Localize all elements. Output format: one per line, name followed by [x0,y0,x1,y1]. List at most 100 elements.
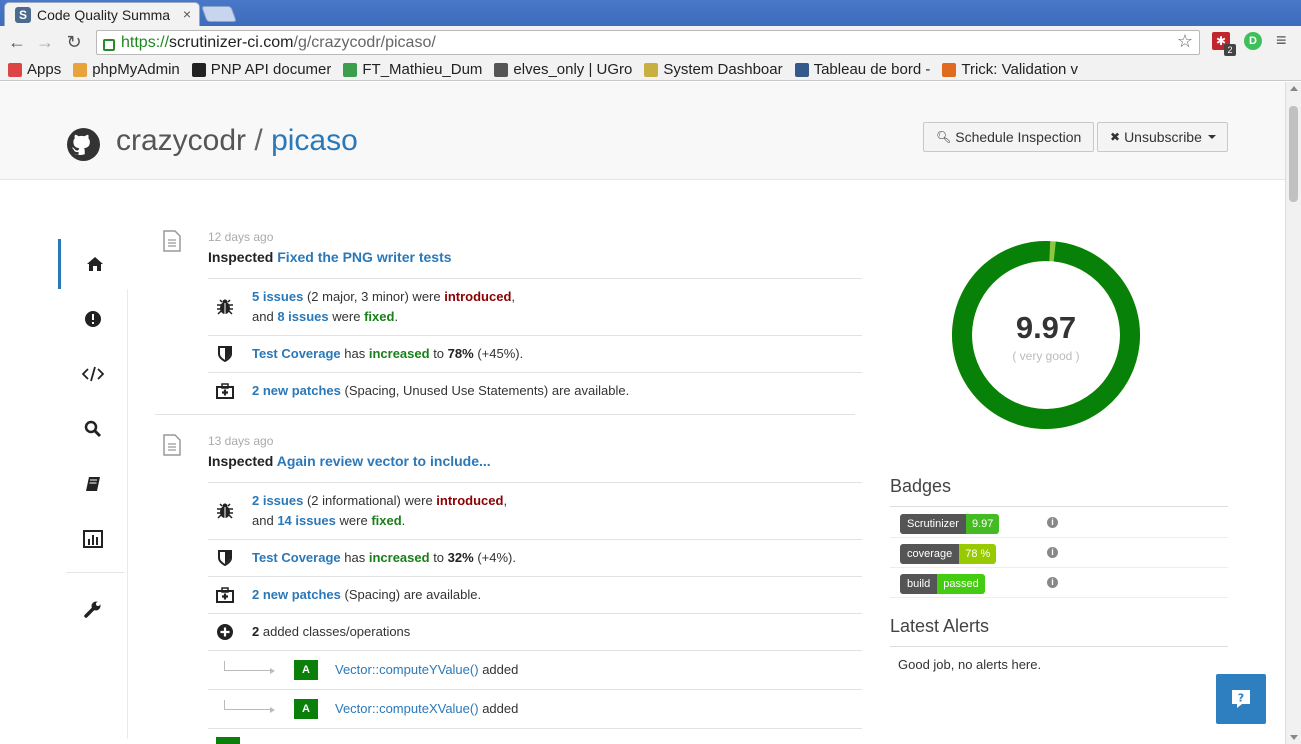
patches-detail: (Spacing) are available. [344,587,482,602]
scroll-up-icon[interactable] [1290,86,1298,91]
repo-name[interactable]: picaso [271,124,358,157]
bookmark-item[interactable]: Trick: Validation v [942,61,1078,78]
badges-title: Badges [890,476,952,496]
sidebar-divider [66,572,124,573]
grade-badge: A [294,699,318,719]
badge-row: Scrutinizer 9.97 i [890,508,1228,538]
bookmark-item[interactable]: FT_Mathieu_Dum [343,61,482,78]
browser-menu-icon[interactable]: ≡ [1276,30,1287,51]
quality-score-value: 9.97 [1015,310,1077,345]
tree-arrow-icon [224,700,275,713]
scrollbar-thumb[interactable] [1289,106,1298,202]
sidebar-item-issues[interactable] [58,294,128,344]
extension-d-icon[interactable]: D [1244,32,1262,50]
sidebar-item-code[interactable] [58,349,128,399]
repo-separator: / [254,124,263,157]
badges-divider [890,506,1228,507]
coverage-value: 78% [447,346,474,361]
forward-icon[interactable]: → [34,32,56,53]
sidebar-item-home[interactable] [58,239,128,289]
test-coverage-link[interactable]: Test Coverage [252,346,341,361]
bookmark-favicon-icon [191,62,206,77]
bookmark-item[interactable]: phpMyAdmin [73,61,180,78]
tree-arrow-icon [224,661,275,674]
bookmarks-bar: Apps phpMyAdmin PNP API documer FT_Mathieu_… [0,59,1301,81]
medkit-icon [208,383,242,399]
reload-icon[interactable]: ↻ [63,32,85,53]
classes-count: 2 [252,624,260,639]
scroll-down-icon[interactable] [1290,735,1298,740]
page-content: crazycodr / picaso 🔍︎ Schedule Inspectio… [0,82,1285,744]
info-icon[interactable]: i [1047,547,1058,558]
repo-header: crazycodr / picaso 🔍︎ Schedule Inspectio… [0,82,1285,180]
coverage-to: to [433,346,445,361]
new-issues-link[interactable]: 5 issues [252,289,303,304]
bookmark-star-icon[interactable]: ☆ [1177,31,1193,52]
and-label: and [252,513,274,528]
info-icon[interactable]: i [1047,517,1058,528]
status-badge[interactable]: coverage 78 % [900,544,997,564]
new-issues-link[interactable]: 2 issues [252,493,303,508]
test-coverage-link[interactable]: Test Coverage [252,550,341,565]
unsubscribe-label: Unsubscribe [1124,129,1202,145]
classes-text: added classes/operations [262,624,411,639]
new-issues-detail: (2 informational) were [306,493,433,508]
entry-time: 12 days ago [208,230,274,244]
sidebar [58,239,128,739]
alerts-divider [890,646,1228,647]
status-badge[interactable]: Scrutinizer 9.97 [900,514,1000,534]
bookmark-item[interactable]: elves_only | UGro [494,61,632,78]
bookmark-favicon-icon [794,62,809,77]
bookmark-item[interactable]: PNP API documer [191,61,331,78]
badge-value: 9.97 [965,514,1000,534]
sidebar-item-search[interactable] [58,404,128,454]
bookmark-item[interactable]: Tableau de bord - [794,61,930,78]
plus-circle-icon [208,623,242,641]
bookmark-label: Trick: Validation v [961,61,1079,78]
patches-link[interactable]: 2 new patches [252,587,341,602]
page-scrollbar[interactable] [1285,82,1301,744]
grade-badge: A [294,660,318,680]
patches-row: 2 new patches (Spacing) are available. [208,576,862,613]
bookmark-item[interactable]: Apps [8,61,61,78]
address-bar[interactable]: https:// scrutinizer-ci.com /g/crazycodr… [96,30,1200,55]
badge-value: 78 % [959,544,997,564]
medkit-icon [208,587,242,603]
sidebar-item-docs[interactable] [58,459,128,509]
bookmark-label: phpMyAdmin [92,61,180,78]
sidebar-item-reports[interactable] [58,514,128,564]
inspection-link[interactable]: Again review vector to include... [277,453,491,469]
inspection-link[interactable]: Fixed the PNG writer tests [277,249,451,265]
fixed-label: fixed [364,309,395,324]
sidebar-item-settings[interactable] [58,584,128,634]
search-icon [84,420,102,438]
fixed-issues-link[interactable]: 8 issues [277,309,328,324]
introduced-label: introduced [444,289,512,304]
status-badge[interactable]: build passed [900,574,985,594]
patches-link[interactable]: 2 new patches [252,383,341,398]
back-icon[interactable]: ← [6,32,28,53]
alerts-message: Good job, no alerts here. [898,657,1042,672]
help-chat-button[interactable]: ? [1216,674,1266,724]
entry-prefix: Inspected [208,249,274,265]
info-icon[interactable]: i [1047,577,1058,588]
schedule-inspection-button[interactable]: 🔍︎ Schedule Inspection [923,122,1095,152]
shield-icon [208,550,242,566]
unsubscribe-button[interactable]: ✖ Unsubscribe [1097,122,1228,152]
operation-link[interactable]: Vector::computeYValue() [335,662,479,677]
browser-tab[interactable]: S Code Quality Summa × [4,2,200,26]
new-tab-button[interactable] [201,6,237,22]
close-icon: ✖ [1110,130,1121,144]
url-path: /g/crazycodr/picaso/ [293,33,436,51]
browser-tabstrip: S Code Quality Summa × [0,0,1301,26]
extension-puzzle-icon[interactable]: ✱ 2 [1212,32,1236,56]
operation-link[interactable]: Vector::computeXValue() [335,701,479,716]
tab-close-icon[interactable]: × [183,6,191,22]
fixed-issues-link[interactable]: 14 issues [277,513,336,528]
were-label: were [332,309,361,324]
repo-owner[interactable]: crazycodr [116,124,246,157]
bookmark-item[interactable]: System Dashboar [644,61,783,78]
extension-count-badge: 2 [1224,44,1236,56]
issues-row: 5 issues (2 major, 3 minor) were introdu… [208,278,862,335]
badge-row: build passed i [890,568,1228,598]
